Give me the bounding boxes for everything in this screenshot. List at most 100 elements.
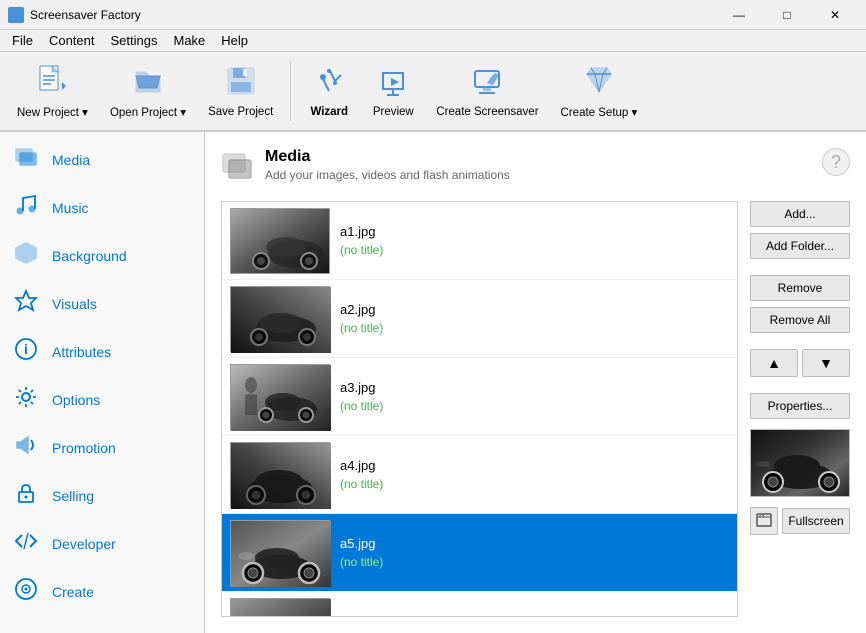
sidebar-item-background[interactable]: Background xyxy=(0,232,204,280)
separator-1 xyxy=(290,61,291,121)
media-filename: a5.jpg xyxy=(340,536,383,551)
developer-icon xyxy=(12,529,40,559)
sidebar-label-visuals: Visuals xyxy=(52,296,97,312)
media-item-info: a5.jpg (no title) xyxy=(340,536,383,569)
content-header: Media Add your images, videos and flash … xyxy=(221,148,850,189)
create-screensaver-button[interactable]: Create Screensaver xyxy=(427,56,547,126)
wizard-button[interactable]: Wizard xyxy=(299,56,359,126)
create-setup-label: Create Setup ▾ xyxy=(561,105,638,119)
thumbnail xyxy=(230,442,330,508)
media-item-info: a6.jpg (no title) xyxy=(340,614,383,617)
titlebar: Screensaver Factory — □ ✕ xyxy=(0,0,866,30)
content-subtitle: Add your images, videos and flash animat… xyxy=(265,168,510,182)
titlebar-buttons: — □ ✕ xyxy=(716,0,858,30)
sidebar-label-media: Media xyxy=(52,152,90,168)
media-item-info: a3.jpg (no title) xyxy=(340,380,383,413)
media-filename: a6.jpg xyxy=(340,614,383,617)
preview-icon xyxy=(377,65,409,102)
sidebar-item-music[interactable]: Music xyxy=(0,184,204,232)
maximize-button[interactable]: □ xyxy=(764,0,810,30)
media-list: a1.jpg (no title) xyxy=(221,201,738,617)
fullscreen-row: Fullscreen xyxy=(750,507,850,535)
table-row[interactable]: a5.jpg (no title) xyxy=(222,514,737,592)
media-list-container: a1.jpg (no title) xyxy=(221,201,850,617)
sidebar-item-promotion[interactable]: Promotion xyxy=(0,424,204,472)
media-item-info: a1.jpg (no title) xyxy=(340,224,383,257)
create-setup-icon xyxy=(583,64,615,101)
app-icon xyxy=(8,7,24,23)
arrow-row: ▲ ▼ xyxy=(750,349,850,377)
create-icon xyxy=(12,577,40,607)
media-title: (no title) xyxy=(340,321,383,335)
sidebar-item-visuals[interactable]: Visuals xyxy=(0,280,204,328)
media-filename: a3.jpg xyxy=(340,380,383,395)
thumbnail xyxy=(230,598,330,618)
preview-label: Preview xyxy=(373,106,414,118)
right-panel: Add... Add Folder... Remove Remove All ▲… xyxy=(750,201,850,617)
sidebar-label-attributes: Attributes xyxy=(52,344,111,360)
sidebar-item-attributes[interactable]: i Attributes xyxy=(0,328,204,376)
content-area: Media Add your images, videos and flash … xyxy=(205,132,866,633)
preview-thumbnail xyxy=(750,429,850,497)
wizard-icon xyxy=(313,65,345,102)
add-button[interactable]: Add... xyxy=(750,201,850,227)
media-filename: a2.jpg xyxy=(340,302,383,317)
sidebar-label-developer: Developer xyxy=(52,536,116,552)
wizard-label: Wizard xyxy=(310,106,348,118)
sidebar-label-selling: Selling xyxy=(52,488,94,504)
remove-button[interactable]: Remove xyxy=(750,275,850,301)
attributes-icon: i xyxy=(12,337,40,367)
content-title: Media xyxy=(265,148,510,166)
content-header-text: Media Add your images, videos and flash … xyxy=(265,148,510,182)
new-project-button[interactable]: New Project ▾ xyxy=(8,56,97,126)
menu-settings[interactable]: Settings xyxy=(103,31,166,50)
create-screensaver-icon xyxy=(471,65,503,102)
sidebar-item-options[interactable]: Options xyxy=(0,376,204,424)
fullscreen-button[interactable]: Fullscreen xyxy=(782,508,850,534)
help-button[interactable]: ? xyxy=(822,148,850,176)
sidebar: Media Music Background xyxy=(0,132,205,633)
save-project-icon xyxy=(225,65,257,102)
sidebar-label-create: Create xyxy=(52,584,94,600)
menu-file[interactable]: File xyxy=(4,31,41,50)
close-button[interactable]: ✕ xyxy=(812,0,858,30)
table-row[interactable]: a4.jpg (no title) xyxy=(222,436,737,514)
save-project-button[interactable]: Save Project xyxy=(199,56,282,126)
menu-help[interactable]: Help xyxy=(213,31,256,50)
open-project-icon xyxy=(132,64,164,101)
table-row[interactable]: a3.jpg (no title) xyxy=(222,358,737,436)
table-row[interactable]: a1.jpg (no title) xyxy=(222,202,737,280)
menu-make[interactable]: Make xyxy=(165,31,213,50)
sidebar-item-media[interactable]: Media xyxy=(0,136,204,184)
thumbnail xyxy=(230,208,330,274)
media-title: (no title) xyxy=(340,555,383,569)
fullscreen-icon-button[interactable] xyxy=(750,507,778,535)
open-project-label: Open Project ▾ xyxy=(110,105,186,119)
remove-all-button[interactable]: Remove All xyxy=(750,307,850,333)
new-project-icon xyxy=(36,64,68,101)
media-item-info: a4.jpg (no title) xyxy=(340,458,383,491)
media-title: (no title) xyxy=(340,243,383,257)
open-project-button[interactable]: Open Project ▾ xyxy=(101,56,195,126)
sidebar-label-background: Background xyxy=(52,248,127,264)
properties-button[interactable]: Properties... xyxy=(750,393,850,419)
media-title: (no title) xyxy=(340,477,383,491)
minimize-button[interactable]: — xyxy=(716,0,762,30)
toolbar: New Project ▾ Open Project ▾ Save Projec… xyxy=(0,52,866,132)
sidebar-item-developer[interactable]: Developer xyxy=(0,520,204,568)
selling-icon xyxy=(12,481,40,511)
table-row[interactable]: a2.jpg (no title) xyxy=(222,280,737,358)
menu-content[interactable]: Content xyxy=(41,31,103,50)
media-filename: a1.jpg xyxy=(340,224,383,239)
create-setup-button[interactable]: Create Setup ▾ xyxy=(552,56,647,126)
sidebar-item-create[interactable]: Create xyxy=(0,568,204,616)
add-folder-button[interactable]: Add Folder... xyxy=(750,233,850,259)
media-item-info: a2.jpg (no title) xyxy=(340,302,383,335)
menubar: File Content Settings Make Help xyxy=(0,30,866,52)
preview-button[interactable]: Preview xyxy=(363,56,423,126)
move-up-button[interactable]: ▲ xyxy=(750,349,798,377)
sidebar-item-selling[interactable]: Selling xyxy=(0,472,204,520)
table-row[interactable]: a6.jpg (no title) xyxy=(222,592,737,617)
save-project-label: Save Project xyxy=(208,106,273,118)
move-down-button[interactable]: ▼ xyxy=(802,349,850,377)
